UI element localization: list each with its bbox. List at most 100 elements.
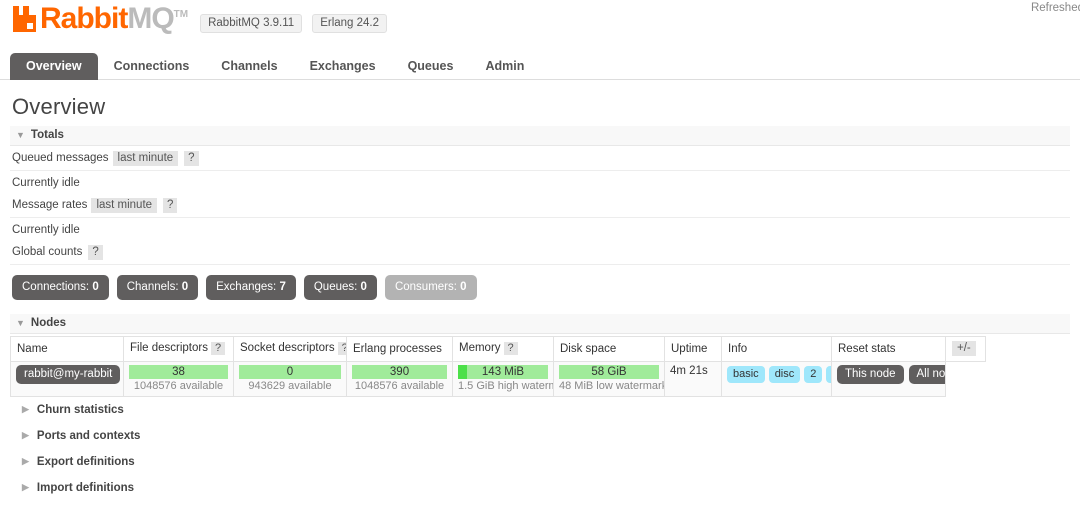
global-counts-help-icon[interactable]: ? — [88, 245, 103, 260]
chevron-down-icon: ▼ — [16, 129, 25, 140]
info-tag-basic[interactable]: basic — [727, 366, 765, 383]
queued-messages-help-icon[interactable]: ? — [184, 151, 199, 166]
socket-descriptors-meter: 0 — [239, 365, 341, 379]
info-tag-count[interactable]: 2 — [804, 366, 823, 383]
cell-info: basic disc 2 rss — [721, 361, 832, 397]
table-row: rabbit@my-rabbit 38 1048576 available 0 … — [10, 361, 986, 397]
info-tag-rss[interactable]: rss — [826, 366, 831, 383]
nav-tab-list: Overview Connections Channels Exchanges … — [10, 50, 1080, 80]
section-export-definitions[interactable]: ▶ Export definitions — [10, 449, 1070, 475]
badge-consumers[interactable]: Consumers: 0 — [384, 275, 477, 300]
reset-stats-buttons: This node All nodes — [837, 365, 945, 384]
chevron-right-icon: ▶ — [22, 482, 29, 493]
section-title-nodes: Nodes — [30, 317, 67, 329]
nav-item: Connections — [98, 53, 206, 80]
section-ports-and-contexts-label: Ports and contexts — [36, 430, 141, 442]
main-navigation: Overview Connections Channels Exchanges … — [0, 50, 1080, 80]
section-churn-statistics[interactable]: ▶ Churn statistics — [10, 397, 1070, 423]
memory-help-icon[interactable]: ? — [503, 342, 518, 355]
chevron-down-icon: ▼ — [16, 317, 25, 328]
col-name: Name — [10, 336, 124, 362]
badge-exchanges-label: Exchanges: — [216, 281, 277, 293]
cell-file-descriptors: 38 1048576 available — [123, 361, 234, 397]
cell-erlang-processes: 390 1048576 available — [346, 361, 453, 397]
badge-queues-label: Queues: — [313, 281, 358, 293]
badge-queues[interactable]: Queues: 0 — [303, 275, 377, 300]
cell-socket-descriptors: 0 943629 available — [233, 361, 347, 397]
message-rates-period-selector[interactable]: last minute — [91, 198, 158, 213]
nav-item: Overview — [10, 53, 98, 80]
section-import-definitions[interactable]: ▶ Import definitions — [10, 475, 1070, 501]
col-reset-stats: Reset stats — [831, 336, 946, 362]
nav-item: Admin — [469, 53, 540, 80]
queued-messages-period-selector[interactable]: last minute — [112, 151, 179, 166]
col-file-descriptors: File descriptors? — [123, 336, 234, 362]
disk-space-value: 58 GiB — [591, 366, 627, 378]
chevron-right-icon: ▶ — [22, 456, 29, 467]
global-counts-row: Global counts? — [10, 242, 1070, 265]
col-info: Info — [721, 336, 832, 362]
reset-all-nodes-button[interactable]: All nodes — [908, 365, 945, 384]
nav-item: Queues — [392, 53, 470, 80]
badge-channels[interactable]: Channels: 0 — [116, 275, 199, 300]
col-socket-descriptors: Socket descriptors? — [233, 336, 347, 362]
memory-note: 1.5 GiB high watermark — [458, 380, 553, 392]
badge-consumers-label: Consumers: — [394, 281, 457, 293]
tab-queues[interactable]: Queues — [392, 53, 470, 80]
disk-space-note: 48 MiB low watermark — [559, 380, 665, 392]
badge-channels-label: Channels: — [126, 281, 179, 293]
column-toggle-button[interactable]: +/- — [952, 341, 976, 356]
memory-value: 143 MiB — [481, 366, 525, 378]
socket-descriptors-help-icon[interactable]: ? — [337, 342, 346, 355]
badge-consumers-value: 0 — [460, 281, 467, 293]
message-rates-help-icon[interactable]: ? — [163, 198, 178, 213]
col-socket-descriptors-label: Socket descriptors — [240, 342, 335, 354]
version-badges: RabbitMQ 3.9.11 Erlang 24.2 — [200, 6, 388, 33]
section-ports-and-contexts[interactable]: ▶ Ports and contexts — [10, 423, 1070, 449]
cell-spacer — [946, 362, 986, 397]
tab-admin[interactable]: Admin — [469, 53, 540, 80]
tab-connections[interactable]: Connections — [98, 53, 206, 80]
erlang-processes-value: 390 — [389, 366, 410, 378]
section-churn-statistics-label: Churn statistics — [36, 404, 124, 416]
tab-overview[interactable]: Overview — [10, 53, 98, 80]
refreshed-status: Refreshed — [1030, 2, 1080, 14]
node-name-link[interactable]: rabbit@my-rabbit — [16, 365, 121, 384]
badge-connections-value: 0 — [92, 281, 99, 293]
section-title-totals: Totals — [30, 129, 64, 141]
badge-exchanges-value: 7 — [279, 281, 286, 293]
queued-messages-status: Currently idle — [12, 177, 80, 189]
badge-connections-label: Connections: — [22, 281, 90, 293]
cell-uptime: 4m 21s — [664, 361, 722, 397]
cell-disk-space: 58 GiB 48 MiB low watermark — [553, 361, 665, 397]
tab-channels[interactable]: Channels — [205, 53, 293, 80]
memory-meter: 143 MiB — [458, 365, 548, 379]
file-descriptors-value: 38 — [172, 366, 185, 378]
message-rates-label: Message rates — [12, 199, 88, 211]
tab-exchanges[interactable]: Exchanges — [294, 53, 392, 80]
col-memory-label: Memory — [459, 342, 501, 354]
rabbitmq-logo-icon — [12, 6, 38, 32]
brand-logo[interactable]: RabbitMQTM RabbitMQ 3.9.11 Erlang 24.2 — [12, 4, 388, 34]
queued-messages-row: Queued messages last minute? — [10, 148, 1070, 171]
badge-exchanges[interactable]: Exchanges: 7 — [206, 275, 296, 300]
reset-this-node-button[interactable]: This node — [837, 365, 904, 384]
file-descriptors-note: 1048576 available — [133, 380, 224, 392]
chevron-right-icon: ▶ — [22, 404, 29, 415]
socket-descriptors-note: 943629 available — [248, 380, 332, 392]
section-header-totals[interactable]: ▼ Totals — [10, 126, 1070, 146]
col-disk-space: Disk space — [553, 336, 665, 362]
message-rates-status: Currently idle — [12, 224, 80, 236]
section-header-nodes[interactable]: ▼ Nodes — [10, 314, 1070, 334]
memory-meter-fill — [458, 365, 467, 379]
erlang-processes-note: 1048576 available — [354, 380, 445, 392]
col-file-descriptors-label: File descriptors — [130, 342, 208, 354]
info-tag-list: basic disc 2 rss — [727, 365, 831, 383]
cell-memory: 143 MiB 1.5 GiB high watermark — [452, 361, 554, 397]
message-rates-row: Message rates last minute? — [10, 195, 1070, 218]
nav-item: Channels — [205, 53, 293, 80]
badge-connections[interactable]: Connections: 0 — [12, 275, 109, 300]
global-counts-label: Global counts — [12, 246, 83, 258]
file-descriptors-help-icon[interactable]: ? — [210, 342, 226, 355]
info-tag-disc[interactable]: disc — [768, 366, 801, 383]
